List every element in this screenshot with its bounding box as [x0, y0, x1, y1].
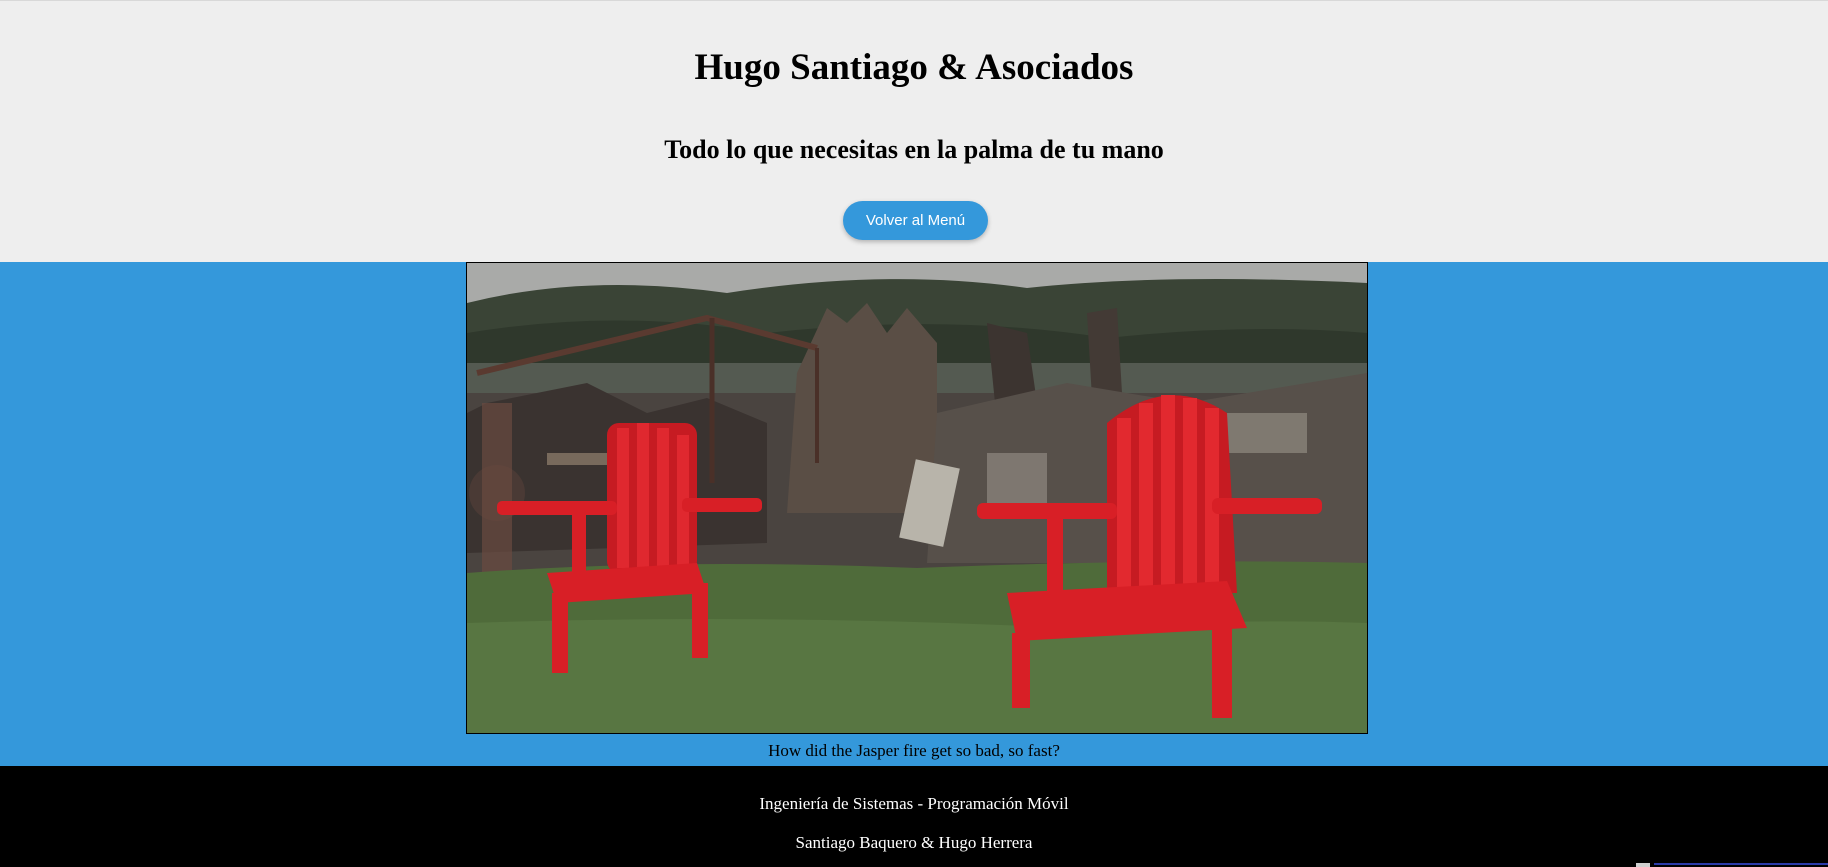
site-header: Hugo Santiago & Asociados Todo lo que ne… — [0, 0, 1828, 262]
footer-authors: Santiago Baquero & Hugo Herrera — [795, 833, 1033, 852]
fire-ruins-photo — [467, 263, 1367, 733]
broken-image-link[interactable] — [1654, 863, 1828, 865]
image-caption: How did the Jasper fire get so bad, so f… — [768, 741, 1060, 760]
footer-program: Ingeniería de Sistemas - Programación Mó… — [759, 794, 1069, 813]
site-tagline: Todo lo que necesitas en la palma de tu … — [664, 135, 1164, 164]
news-photo — [466, 262, 1368, 734]
main-content: How did the Jasper fire get so bad, so f… — [0, 262, 1828, 766]
site-footer: Ingeniería de Sistemas - Programación Mó… — [0, 766, 1828, 867]
broken-image-icon — [1636, 863, 1650, 867]
site-title: Hugo Santiago & Asociados — [694, 47, 1134, 88]
back-to-menu-button[interactable]: Volver al Menú — [843, 201, 988, 240]
